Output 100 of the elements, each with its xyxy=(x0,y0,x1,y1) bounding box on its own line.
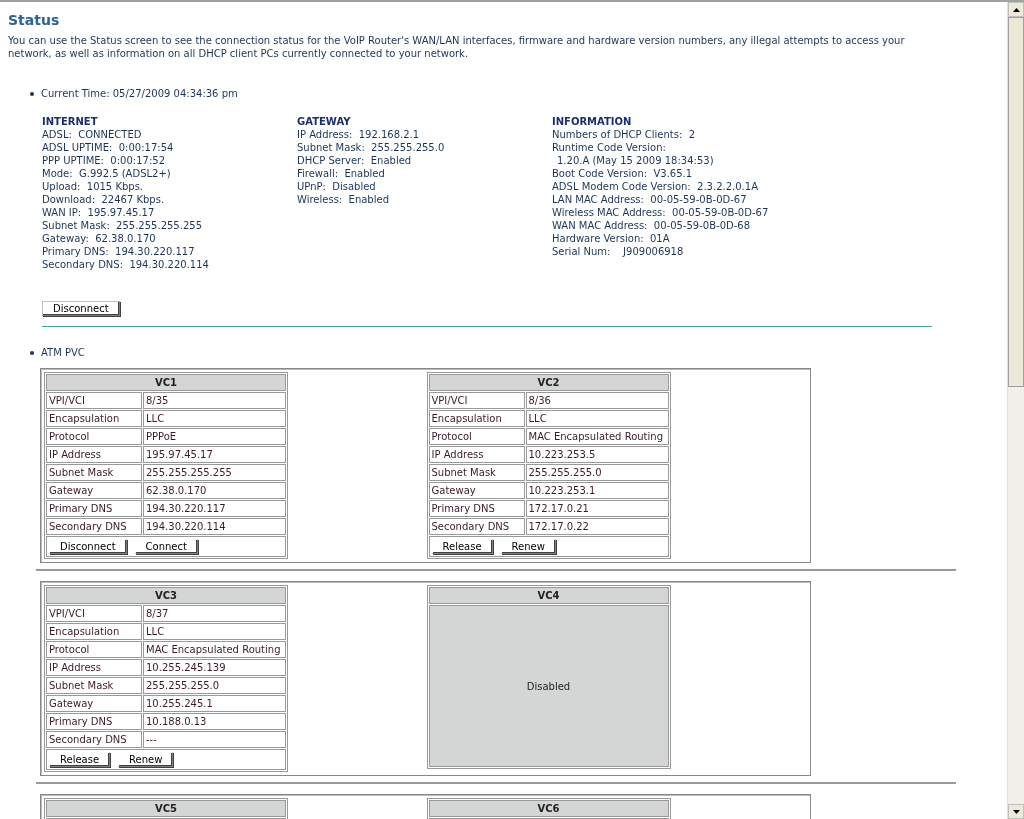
status-line: UPnP: Disabled xyxy=(297,180,377,193)
status-line: Numbers of DHCP Clients: 2 xyxy=(552,128,697,141)
table-cell: VPI/VCI xyxy=(428,392,525,409)
table-cell: Subnet Mask xyxy=(46,464,142,481)
status-line: Wireless MAC Address: 00-05-59-0B-0D-67 xyxy=(552,206,770,219)
status-line: WAN IP: 195.97.45.17 xyxy=(42,206,156,219)
vc-header: VC1 xyxy=(46,374,286,391)
vc-header: VC6 xyxy=(428,800,669,817)
table-cell: Encapsulation xyxy=(46,410,142,427)
table-cell: LLC xyxy=(143,623,286,640)
table-cell: 62.38.0.170 xyxy=(143,482,286,499)
table-cell: LLC xyxy=(143,410,286,427)
status-line: Mode: G.992.5 (ADSL2+) xyxy=(42,167,172,180)
table-cell: Gateway xyxy=(46,695,142,712)
table-cell: Protocol xyxy=(46,641,142,658)
table-cell: Encapsulation xyxy=(428,410,525,427)
table-cell: 194.30.220.117 xyxy=(143,500,286,517)
status-line: PPP UPTIME: 0:00:17:52 xyxy=(42,154,166,167)
table-cell: IP Address xyxy=(428,446,525,463)
status-line: Download: 22467 Kbps. xyxy=(42,193,166,206)
table-cell: 10.188.0.13 xyxy=(143,713,286,730)
status-line: Subnet Mask: 255.255.255.255 xyxy=(42,219,203,232)
section-heading: GATEWAY xyxy=(297,115,352,128)
status-line: ADSL UPTIME: 0:00:17:54 xyxy=(42,141,175,154)
table-cell: 8/35 xyxy=(143,392,286,409)
status-line: Upload: 1015 Kbps. xyxy=(42,180,145,193)
table-cell: MAC Encapsulated Routing xyxy=(143,641,286,658)
status-line: DHCP Server: Enabled xyxy=(297,154,413,167)
table-cell: Encapsulation xyxy=(46,623,142,640)
table-cell: Protocol xyxy=(46,428,142,445)
table-cell: 255.255.255.255 xyxy=(143,464,286,481)
table-cell: 255.255.255.0 xyxy=(143,677,286,694)
table-cell: 194.30.220.114 xyxy=(143,518,286,535)
status-line: ADSL: CONNECTED xyxy=(42,128,143,141)
table-cell: Protocol xyxy=(428,428,525,445)
atm-heading: ATM PVC xyxy=(41,347,85,358)
table-cell: LLC xyxy=(525,410,669,427)
table-cell: Secondary DNS xyxy=(46,518,142,535)
table-cell: 10.223.253.1 xyxy=(525,482,669,499)
table-cell: 10.223.253.5 xyxy=(525,446,669,463)
table-cell: Gateway xyxy=(428,482,525,499)
table-cell: --- xyxy=(143,731,286,748)
status-line: Firewall: Enabled xyxy=(297,167,386,180)
page-title: Status xyxy=(8,12,61,28)
status-line: Hardware Version: 01A xyxy=(552,232,671,245)
table-cell: Gateway xyxy=(46,482,142,499)
current-time: Current Time: 05/27/2009 04:34:36 pm xyxy=(41,88,238,99)
table-cell: IP Address xyxy=(46,659,142,676)
table-cell: Primary DNS xyxy=(428,500,525,517)
table-cell: Subnet Mask xyxy=(428,464,525,481)
table-cell: 172.17.0.21 xyxy=(525,500,669,517)
disabled-label: Disabled xyxy=(526,680,571,692)
status-line: ADSL Modem Code Version: 2.3.2.2.0.1A xyxy=(552,180,759,193)
vc-action-button[interactable]: Release xyxy=(49,752,111,767)
table-cell: 8/36 xyxy=(525,392,669,409)
status-line: Secondary DNS: 194.30.220.114 xyxy=(42,258,210,271)
table-cell: IP Address xyxy=(46,446,142,463)
status-line: LAN MAC Address: 00-05-59-0B-0D-67 xyxy=(552,193,748,206)
status-line: Runtime Code Version: xyxy=(552,141,667,154)
section-heading: INTERNET xyxy=(42,115,99,128)
table-cell: 172.17.0.22 xyxy=(525,518,669,535)
vc-action-button[interactable]: Release xyxy=(431,539,493,554)
vc-action-button[interactable]: Connect xyxy=(134,539,198,554)
status-line: Gateway: 62.38.0.170 xyxy=(42,232,157,245)
vc-header: VC4 xyxy=(428,587,669,604)
status-line: Boot Code Version: V3.65.1 xyxy=(552,167,694,180)
table-cell: 8/37 xyxy=(143,605,286,622)
scroll-up-icon[interactable] xyxy=(1008,2,1024,17)
table-cell: PPPoE xyxy=(143,428,286,445)
table-cell: 10.255.245.1 xyxy=(143,695,286,712)
vc-action-button[interactable]: Renew xyxy=(500,539,556,554)
vc-action-button[interactable]: Disconnect xyxy=(49,539,127,554)
scroll-down-icon[interactable] xyxy=(1008,804,1024,819)
table-cell: Secondary DNS xyxy=(46,731,142,748)
status-line: Subnet Mask: 255.255.255.0 xyxy=(297,141,446,154)
table-cell: Subnet Mask xyxy=(46,677,142,694)
status-line: Serial Num: J909006918 xyxy=(552,245,685,258)
scrollbar[interactable] xyxy=(1007,2,1024,819)
table-cell: 10.255.245.139 xyxy=(143,659,286,676)
status-line: IP Address: 192.168.2.1 xyxy=(297,128,421,141)
table-cell: Primary DNS xyxy=(46,500,142,517)
table-cell: Primary DNS xyxy=(46,713,142,730)
table-cell: 195.97.45.17 xyxy=(143,446,286,463)
vc-action-button[interactable]: Renew xyxy=(118,752,174,767)
table-cell: 255.255.255.0 xyxy=(525,464,669,481)
table-cell: VPI/VCI xyxy=(46,605,142,622)
vc-header: VC3 xyxy=(46,587,286,604)
section-heading: INFORMATION xyxy=(552,115,633,128)
status-line: 1.20.A (May 15 2009 18:34:53) xyxy=(556,154,715,167)
vc-header: VC2 xyxy=(428,374,669,391)
status-line: WAN MAC Address: 00-05-59-0B-0D-68 xyxy=(552,219,752,232)
intro-paragraph: You can use the Status screen to see the connection status for the VoIP Router's WAN/LAN interfaces, firmware and hardware version numbers, any illegal attempts to access your network, as well as information on all DHCP client PCs currently connected to your network. xyxy=(8,34,906,60)
status-line: Primary DNS: 194.30.220.117 xyxy=(42,245,196,258)
scroll-thumb[interactable] xyxy=(1008,17,1024,387)
table-cell: VPI/VCI xyxy=(46,392,142,409)
status-line: Wireless: Enabled xyxy=(297,193,390,206)
bullet-icon xyxy=(30,91,34,96)
bullet-icon xyxy=(30,350,34,355)
table-cell: MAC Encapsulated Routing xyxy=(525,428,669,445)
disconnect-button[interactable]: Disconnect xyxy=(42,301,120,316)
